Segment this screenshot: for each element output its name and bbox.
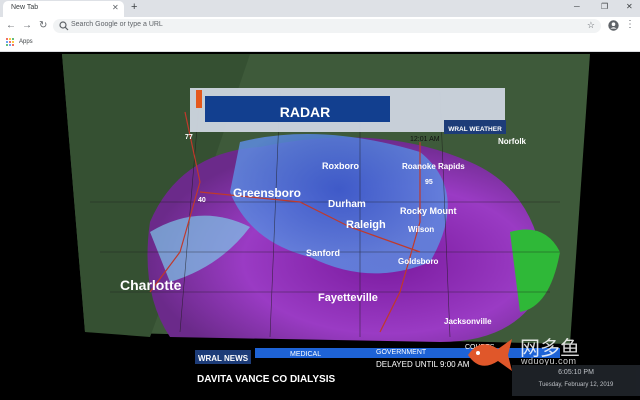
city-label: Goldsboro [398,257,439,266]
fish-logo-icon [468,339,512,371]
tab-new-tab[interactable]: New Tab ✕ [3,1,124,17]
ticker-logo: WRAL NEWS [198,354,249,363]
ticker-tab: MEDICAL [290,351,321,358]
bookmark-star-icon[interactable]: ☆ [587,20,595,31]
forward-icon[interactable]: → [22,20,32,31]
city-label: Roanoke Rapids [402,162,465,171]
restore-icon[interactable]: ❐ [601,2,608,11]
new-tab-button[interactable]: + [131,1,137,13]
bookmarks-bar: Apps [0,35,640,52]
city-label: Rocky Mount [400,206,457,216]
city-label: Roxboro [322,161,360,171]
profile-avatar-icon[interactable] [608,20,619,31]
city-label: Jacksonville [444,317,492,326]
radar-logo: WRAL WEATHER [448,126,502,133]
city-label: Charlotte [120,277,182,293]
city-label: Durham [328,199,366,210]
clock-time: 6:05:10 PM [558,369,594,376]
city-label: Fayetteville [318,292,378,304]
clock-widget: 6:05:10 PM Tuesday, February 12, 2019 [512,365,640,396]
highway-label: 95 [425,179,433,186]
city-label: Greensboro [233,186,301,200]
tab-strip: New Tab ✕ + ─ ❐ ✕ [0,0,640,17]
apps-grid-icon[interactable] [6,38,15,47]
city-label: Sanford [306,248,340,258]
highway-label: 77 [185,134,193,141]
tab-title: New Tab [11,4,39,11]
back-icon[interactable]: ← [6,20,16,31]
close-icon[interactable]: ✕ [112,3,119,12]
city-label: Norfolk [498,137,527,146]
reload-icon[interactable]: ↻ [39,20,47,31]
minimize-icon[interactable]: ─ [574,2,580,11]
window-close-icon[interactable]: ✕ [626,2,633,11]
highway-label: 40 [198,197,206,204]
ticker-status: DELAYED UNTIL 9:00 AM [376,360,470,369]
search-icon [59,21,69,31]
apps-label[interactable]: Apps [19,39,33,45]
toolbar: ← → ↻ Search Google or type a URL ☆ [0,17,640,35]
ticker-headline: DAVITA VANCE CO DIALYSIS [197,374,335,385]
omnibox[interactable]: Search Google or type a URL ☆ [53,19,601,33]
city-label: Raleigh [346,219,386,231]
clock-date: Tuesday, February 12, 2019 [538,382,614,388]
menu-icon[interactable]: ⋮ [625,19,635,30]
ticker-tab: GOVERNMENT [376,349,427,356]
radar-title: RADAR [280,104,331,120]
radar-time: 12:01 AM [410,136,440,143]
omnibox-placeholder: Search Google or type a URL [71,21,163,28]
city-label: Wilson [408,225,434,234]
